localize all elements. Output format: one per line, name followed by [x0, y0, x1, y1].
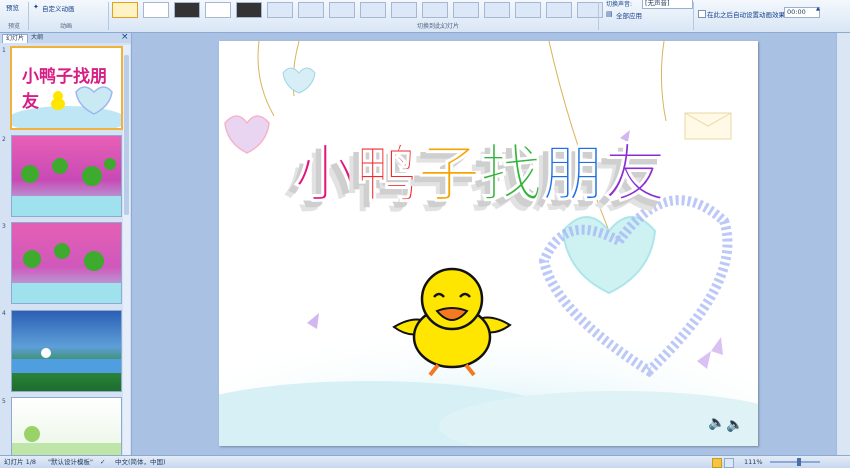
transition-option[interactable]	[422, 2, 448, 18]
transition-sound-select[interactable]: [无声音]	[642, 0, 693, 9]
apply-all-button[interactable]: 全部应用	[616, 10, 642, 20]
auto-after-input[interactable]: 00:00	[784, 7, 820, 18]
duck-illustration	[392, 267, 512, 377]
close-icon[interactable]: ×	[121, 32, 129, 42]
slide-number: 4	[2, 310, 6, 317]
title-character: 子	[418, 137, 481, 211]
transition-sound-label: 切换声音:	[606, 1, 633, 8]
slide-thumbnail-5[interactable]	[11, 397, 122, 457]
slide-number: 3	[2, 223, 6, 230]
tab-outline[interactable]: 大纲	[28, 34, 46, 42]
transition-option[interactable]	[360, 2, 386, 18]
transition-option[interactable]	[515, 2, 541, 18]
custom-animation-button[interactable]: 自定义动画	[42, 3, 75, 13]
transition-option[interactable]	[391, 2, 417, 18]
meadow-scene	[12, 426, 121, 456]
zoom-slider-thumb[interactable]	[797, 458, 801, 466]
slides-panel: 幻灯片 大纲 × 1 小鸭子找朋友 2 3 4 5	[0, 32, 132, 457]
auto-after-label: 在此之后自动设置动画效果:	[707, 11, 788, 19]
transition-option[interactable]	[298, 2, 324, 18]
slide-title[interactable]: 小鸭子找朋友	[293, 123, 667, 213]
custom-animation-icon: ✦	[33, 3, 39, 11]
transition-option[interactable]	[112, 2, 138, 18]
group-animation-label: 动画	[60, 23, 73, 30]
transition-option[interactable]	[329, 2, 355, 18]
main-slide[interactable]: 小鸭子找朋友 🔈 🔈	[219, 41, 758, 446]
transition-option[interactable]	[484, 2, 510, 18]
auto-after-checkbox[interactable]	[698, 10, 706, 18]
transition-gallery	[112, 2, 603, 18]
transition-option[interactable]	[174, 2, 200, 18]
status-bar: 幻灯片 1/8 "默认设计模板" ✓ 中文(简体，中国) 111%	[0, 455, 850, 468]
transition-option[interactable]	[577, 2, 603, 18]
speaker-icon[interactable]: 🔈	[708, 415, 725, 431]
thumbnail-title: 小鸭子找朋友	[22, 67, 107, 112]
title-character: 友	[604, 137, 667, 211]
theme-name: "默认设计模板"	[48, 458, 93, 466]
group-preview-label: 预览	[8, 23, 21, 30]
panel-tabs: 幻灯片 大纲 ×	[0, 32, 131, 43]
slide-number: 5	[2, 398, 6, 405]
language: 中文(简体，中国)	[115, 458, 166, 466]
apply-all-icon: ▤	[606, 10, 613, 18]
slide-background-art	[219, 41, 758, 446]
slide-thumbnail-3[interactable]	[11, 222, 122, 304]
zoom-level: 111%	[744, 458, 763, 466]
group-transition-label: 切换到此幻灯片	[417, 23, 460, 30]
slide-thumbnail-4[interactable]	[11, 310, 122, 392]
spin-up-icon[interactable]: ▲	[816, 6, 820, 12]
lotus-scene	[12, 158, 121, 216]
transition-option[interactable]	[143, 2, 169, 18]
zoom-slider[interactable]	[770, 461, 820, 463]
transition-option[interactable]	[267, 2, 293, 18]
title-character: 小	[293, 137, 357, 211]
slide-number: 1	[2, 47, 6, 54]
panel-scrollbar-thumb[interactable]	[124, 55, 129, 215]
slide-thumbnail-1[interactable]: 小鸭子找朋友	[10, 46, 123, 130]
check-icon[interactable]: ✓	[100, 456, 105, 468]
transition-option[interactable]	[236, 2, 262, 18]
speaker-icon[interactable]: 🔈	[726, 417, 743, 433]
ribbon-separator	[108, 2, 109, 30]
tab-slides[interactable]: 幻灯片	[2, 34, 29, 43]
slide-thumbnail-2[interactable]	[11, 135, 122, 217]
title-character: 朋	[542, 137, 605, 211]
ribbon: 预览 ✦ 自定义动画 预览 动画 切换到此幻灯片 切换声音: [无声音] ▤ 全…	[0, 0, 850, 33]
river-scene	[12, 348, 121, 373]
transition-option[interactable]	[205, 2, 231, 18]
preview-button[interactable]: 预览	[6, 2, 19, 12]
ribbon-separator	[598, 2, 599, 30]
title-character: 找	[480, 137, 543, 211]
slide-info: 幻灯片 1/8	[4, 458, 37, 466]
lotus-scene	[12, 243, 121, 303]
ribbon-separator	[28, 2, 29, 30]
transition-option[interactable]	[453, 2, 479, 18]
title-character: 鸭	[356, 137, 419, 211]
ribbon-separator	[693, 2, 694, 30]
vertical-scrollbar[interactable]	[837, 33, 850, 455]
transition-option[interactable]	[546, 2, 572, 18]
slide-number: 2	[2, 136, 6, 143]
